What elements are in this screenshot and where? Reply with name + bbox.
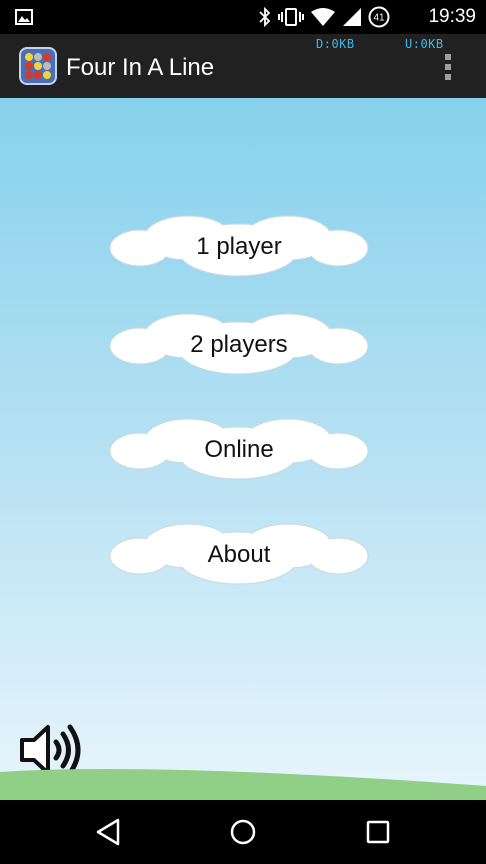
- upload-counter: U:0KB: [405, 37, 444, 51]
- svg-text:41: 41: [373, 13, 385, 24]
- overflow-dot: [445, 54, 451, 60]
- wifi-icon: [311, 8, 335, 26]
- clock: 19:39: [428, 6, 476, 27]
- online-button[interactable]: Online: [108, 417, 370, 483]
- app-title: Four In A Line: [66, 54, 215, 81]
- button-label: 2 players: [190, 331, 288, 358]
- status-bar: 41 19:39: [0, 0, 486, 34]
- battery-icon: 41: [368, 6, 390, 28]
- vibrate-icon: [278, 8, 304, 26]
- app-bar: Four In A Line D:0KB U:0KB: [0, 34, 486, 98]
- back-icon[interactable]: [92, 816, 128, 848]
- button-label: 1 player: [196, 233, 282, 260]
- bluetooth-icon: [259, 7, 271, 27]
- one-player-button[interactable]: 1 player: [108, 214, 370, 280]
- download-counter: D:0KB: [316, 37, 355, 51]
- button-label: Online: [204, 436, 274, 463]
- button-label: About: [207, 541, 271, 568]
- navigation-bar: [0, 800, 486, 864]
- overflow-menu-button[interactable]: [440, 54, 456, 82]
- overflow-dot: [445, 64, 451, 70]
- image-icon: [15, 9, 33, 25]
- four-in-a-line-app-icon: [19, 47, 57, 85]
- two-players-button[interactable]: 2 players: [108, 312, 370, 378]
- about-button[interactable]: About: [108, 522, 370, 588]
- overflow-dot: [445, 74, 451, 80]
- main-menu-screen: 1 player 2 players Online About: [0, 98, 486, 800]
- recents-icon[interactable]: [360, 816, 396, 848]
- cell-signal-icon: [343, 8, 361, 26]
- grass-hill: [0, 769, 486, 800]
- home-icon[interactable]: [225, 816, 261, 848]
